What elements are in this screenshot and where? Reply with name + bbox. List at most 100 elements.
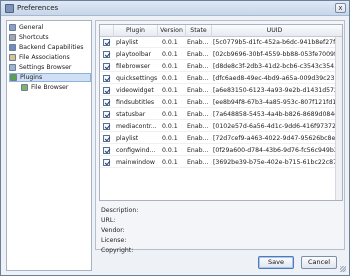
column-header-version[interactable]: Version <box>158 25 186 37</box>
table-row[interactable]: playtoolbar 0.0.1 Enab... [02cb9696-30bf… <box>100 49 342 60</box>
sidebar-item-shortcuts[interactable]: Shortcuts <box>9 33 91 42</box>
plugin-version: 0.0.1 <box>162 51 178 58</box>
column-header-plugin[interactable]: Plugin <box>114 25 158 37</box>
table-row[interactable]: findsubtitles 0.0.1 Enab... [ee8b94f8-67… <box>100 97 342 108</box>
sidebar-item-file-associations[interactable]: File Associations <box>9 53 91 62</box>
cancel-button[interactable]: Cancel <box>301 256 337 269</box>
sidebar-item-label: Plugins <box>20 74 43 81</box>
plugin-version: 0.0.1 <box>162 87 178 94</box>
plugin-state: Enab... <box>187 159 209 166</box>
plugin-name: playlist <box>116 135 139 142</box>
plugin-name: filebrowser <box>116 63 151 70</box>
plugin-state: Enab... <box>187 111 209 118</box>
save-button[interactable]: Save <box>258 256 294 269</box>
plugin-uuid: [dfc6aed8-49ec-4bd9-a65a-009d39c23... <box>213 75 336 82</box>
table-row[interactable]: playlist 0.0.1 Enab... [72d7cef9-a463-40… <box>100 133 342 144</box>
chip-icon <box>9 44 16 51</box>
sidebar-item-label: File Associations <box>19 54 70 61</box>
table-scrollbar[interactable] <box>335 37 342 200</box>
plugin-version: 0.0.1 <box>162 75 178 82</box>
enabled-checkbox[interactable] <box>103 51 110 58</box>
url-label: URL: <box>101 217 116 224</box>
plugin-version: 0.0.1 <box>162 159 178 166</box>
table-row[interactable]: quicksettings 0.0.1 Enab... [dfc6aed8-49… <box>100 73 342 84</box>
copyright-label: Copyright: <box>101 247 134 254</box>
table-row[interactable]: filebrowser 0.0.1 Enab... [d8de8c3f-2db3… <box>100 61 342 72</box>
enabled-checkbox[interactable] <box>103 159 110 166</box>
plugin-uuid: [0102e57d-6a56-4d1c-9dd6-416f973721... <box>213 123 336 130</box>
plugin-version: 0.0.1 <box>162 135 178 142</box>
enabled-checkbox[interactable] <box>103 123 110 130</box>
table-header: Plugin Version State UUID <box>100 25 342 37</box>
plugin-version: 0.0.1 <box>162 147 178 154</box>
gear-icon <box>9 24 16 31</box>
plugin-name: videowidget <box>116 87 154 94</box>
plugin-state: Enab... <box>187 63 209 70</box>
enabled-checkbox[interactable] <box>103 135 110 142</box>
enabled-checkbox[interactable] <box>103 63 110 70</box>
plugin-version: 0.0.1 <box>162 111 178 118</box>
sidebar-item-file-browser[interactable]: File Browser <box>21 83 91 92</box>
plugin-uuid: [ee8b94f8-67b3-4a85-953c-807f121fd1... <box>213 99 336 106</box>
sidebar-item-plugins[interactable]: Plugins <box>9 73 91 82</box>
plugin-name: mainwindow <box>116 159 155 166</box>
app-icon <box>5 4 14 13</box>
title-bar: Preferences x <box>1 1 349 16</box>
table-row[interactable]: statusbar 0.0.1 Enab... [7a648858-5453-4… <box>100 109 342 120</box>
enabled-checkbox[interactable] <box>103 99 110 106</box>
file-icon <box>9 54 16 61</box>
table-row[interactable]: playlist 0.0.1 Enab... [5c0779b5-d1fc-45… <box>100 37 342 48</box>
sidebar-item-label: Shortcuts <box>19 34 49 41</box>
plugin-state: Enab... <box>187 123 209 130</box>
enabled-checkbox[interactable] <box>103 87 110 94</box>
table-row[interactable]: configwind... 0.0.1 Enab... [0f29a600-d7… <box>100 145 342 156</box>
description-label: Description: <box>101 207 139 214</box>
close-button[interactable]: x <box>335 3 346 13</box>
plugin-uuid: [7a648858-5453-4a4b-b826-8689d084cf... <box>213 111 336 118</box>
sidebar-item-label: General <box>19 24 44 31</box>
folder-icon <box>21 84 28 91</box>
table-row[interactable]: mainwindow 0.0.1 Enab... [3692be39-b75e-… <box>100 157 342 168</box>
enabled-checkbox[interactable] <box>103 39 110 46</box>
column-header-state[interactable]: State <box>186 25 212 37</box>
checkbox-column-header[interactable] <box>100 25 114 37</box>
plugin-state: Enab... <box>187 51 209 58</box>
plugin-uuid: [5c0779b5-d1fc-452a-b6dc-941b8ef27f... <box>213 39 336 46</box>
sidebar-item-label: File Browser <box>31 84 69 91</box>
plugin-name: quicksettings <box>116 75 158 82</box>
plugin-uuid: [72d7cef9-a463-4022-9d47-95626bc8ea... <box>213 135 336 142</box>
sidebar-item-label: Backend Capabilities <box>19 44 84 51</box>
resize-grip[interactable] <box>340 266 346 272</box>
vendor-label: Vendor: <box>101 227 125 234</box>
column-header-uuid[interactable]: UUID <box>212 25 337 37</box>
table-row[interactable]: mediacontr... 0.0.1 Enab... [0102e57d-6a… <box>100 121 342 132</box>
plugin-version: 0.0.1 <box>162 63 178 70</box>
plugin-state: Enab... <box>187 147 209 154</box>
table-row[interactable]: videowidget 0.0.1 Enab... [a6e83150-6123… <box>100 85 342 96</box>
plugin-uuid: [a6e83150-6123-4a93-9e2b-d1431d572... <box>213 87 336 94</box>
enabled-checkbox[interactable] <box>103 147 110 154</box>
plugin-name: mediacontr... <box>116 123 157 130</box>
plugin-details: Description: URL: Vendor: License: Copyr… <box>99 204 343 254</box>
plugin-uuid: [02cb9696-30bf-4559-bb88-053fe7009f... <box>213 51 336 58</box>
enabled-checkbox[interactable] <box>103 111 110 118</box>
plugin-name: findsubtitles <box>116 99 155 106</box>
list-icon <box>9 64 16 71</box>
plugin-uuid: [d8de8c3f-2db3-41d2-bcb6-c3543c354... <box>213 63 336 70</box>
sidebar-item-label: Settings Browser <box>19 64 72 71</box>
plugin-state: Enab... <box>187 99 209 106</box>
license-label: License: <box>101 237 127 244</box>
plugin-name: statusbar <box>116 111 146 118</box>
sidebar-item-settings-browser[interactable]: Settings Browser <box>9 63 91 72</box>
window-title: Preferences <box>17 4 59 12</box>
plugin-state: Enab... <box>187 87 209 94</box>
preferences-window: Preferences x General Shortcuts Backend … <box>0 0 350 276</box>
plugins-panel: Plugin Version State UUID playlist 0.0.1… <box>95 20 345 254</box>
sidebar-item-backend-capabilities[interactable]: Backend Capabilities <box>9 43 91 52</box>
puzzle-icon <box>10 74 17 81</box>
enabled-checkbox[interactable] <box>103 75 110 82</box>
keyboard-icon <box>9 34 16 41</box>
plugin-state: Enab... <box>187 39 209 46</box>
sidebar-item-general[interactable]: General <box>9 23 91 32</box>
sidebar: General Shortcuts Backend Capabilities F… <box>6 20 92 271</box>
